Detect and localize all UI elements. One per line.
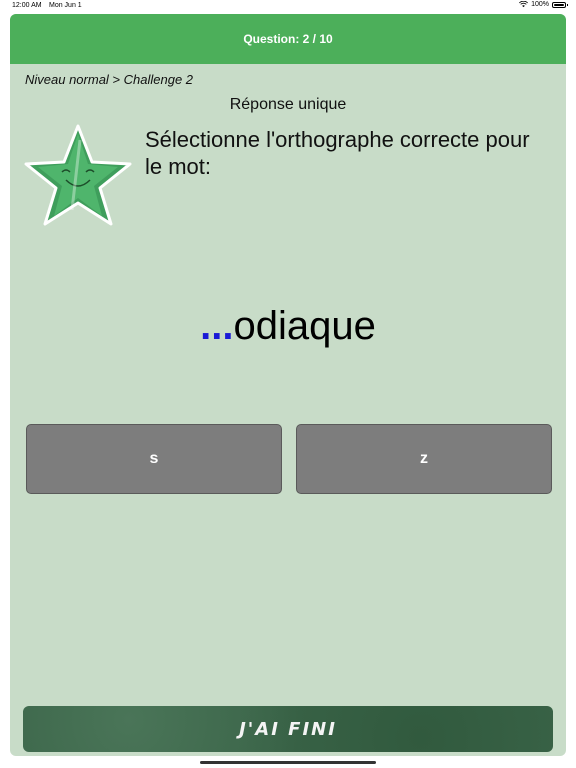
finish-button[interactable]: J'AI FINI	[23, 706, 553, 752]
question-card: Question: 2 / 10 Niveau normal > Challen…	[10, 14, 566, 756]
breadcrumb: Niveau normal > Challenge 2	[25, 72, 194, 87]
smiling-star-icon	[24, 124, 132, 226]
target-word: ...odiaque	[10, 304, 566, 349]
word-blank: ...	[200, 304, 234, 348]
choice-label: s	[149, 450, 159, 467]
finish-button-label: J'AI FINI	[239, 718, 337, 740]
battery-icon	[552, 1, 568, 8]
question-prompt: Sélectionne l'orthographe correcte pour …	[145, 127, 530, 179]
status-date: Mon Jun 1	[49, 2, 82, 9]
status-bar: 12:00 AM Mon Jun 1 100%	[0, 0, 576, 12]
home-indicator[interactable]	[200, 761, 376, 764]
status-right: 100%	[519, 1, 568, 8]
wifi-icon	[519, 1, 529, 8]
choice-button-z[interactable]: z	[296, 424, 552, 494]
answer-type-label: Réponse unique	[229, 96, 347, 113]
word-rest: odiaque	[233, 304, 376, 348]
choice-button-s[interactable]: s	[26, 424, 282, 494]
question-counter: Question: 2 / 10	[243, 32, 333, 46]
status-time: 12:00 AM	[12, 2, 42, 9]
battery-percent: 100%	[531, 1, 549, 8]
choice-label: z	[420, 450, 428, 467]
question-header: Question: 2 / 10	[10, 14, 566, 64]
